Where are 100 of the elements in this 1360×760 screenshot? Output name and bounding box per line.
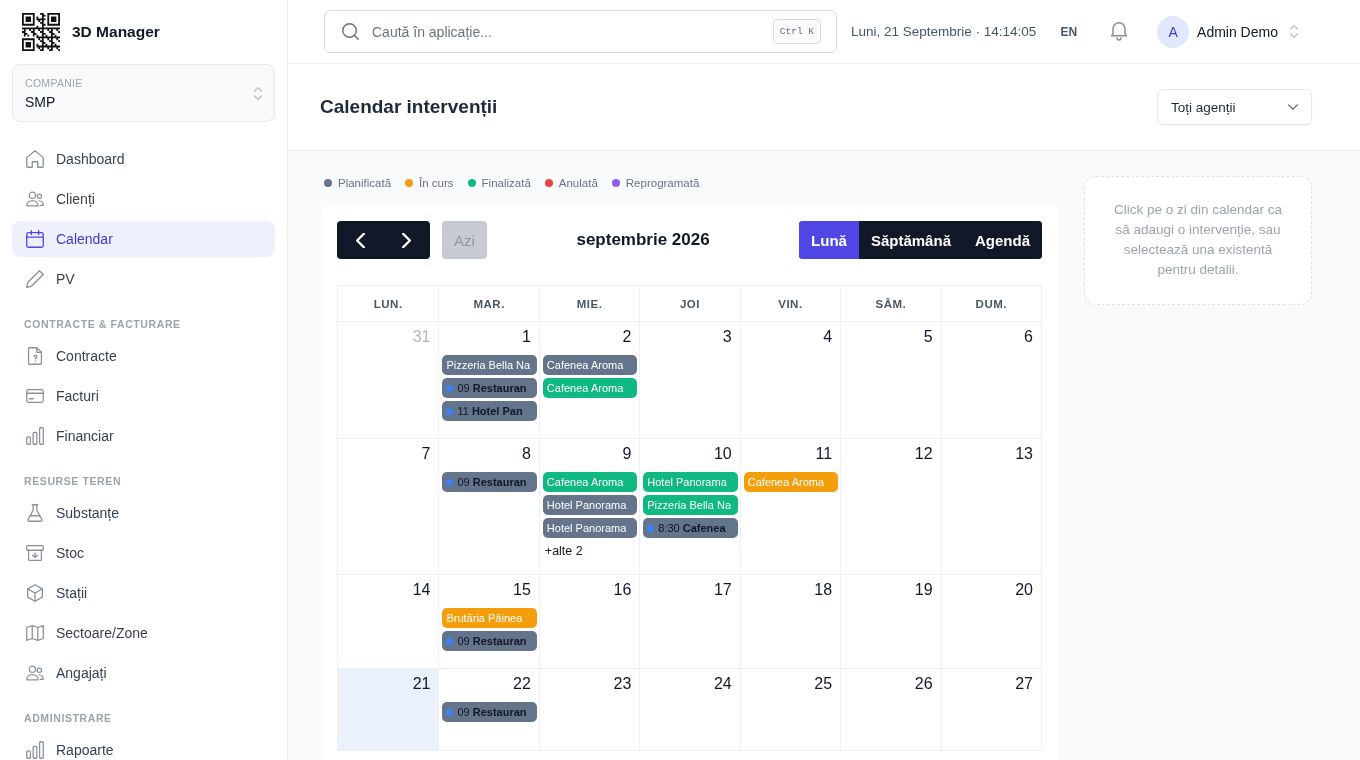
weekday-header: VIN. — [739, 286, 841, 321]
event-chip[interactable]: 09 Restauran — [442, 378, 537, 398]
weekday-header: MAR. — [438, 286, 539, 321]
day-cell[interactable]: 27 — [940, 669, 1041, 750]
day-cell[interactable]: 9 Cafenea Aroma Hotel Panorama Hotel Panorama +alte 2 — [538, 439, 640, 574]
day-cell[interactable]: 8 09 Restauran — [438, 439, 539, 574]
date-time: Luni, 21 Septembrie · 14:14:05 — [851, 24, 1037, 39]
flask-icon — [26, 504, 44, 522]
calendar-icon — [26, 230, 44, 248]
day-number: 6 — [1023, 327, 1034, 347]
nav-item[interactable]: Facturi — [12, 378, 275, 414]
nav-item[interactable]: Stații — [12, 575, 275, 611]
event-chip[interactable]: Hotel Panorama — [542, 495, 638, 515]
user-name[interactable]: Admin Demo — [1197, 23, 1278, 40]
day-cell[interactable]: 25 — [739, 669, 841, 750]
bell-icon[interactable] — [1111, 22, 1128, 41]
hint-text: Click pe o zi din calendar ca să adaugi o intervenție, sau selectează una existentă pentru detalii. — [1112, 201, 1284, 279]
event-chip[interactable]: 8:30 Cafenea — [643, 518, 738, 538]
nav-item[interactable]: Calendar — [12, 221, 275, 257]
event-chip[interactable]: 09 Restauran — [442, 631, 537, 651]
legend-label: Reprogramată — [625, 177, 700, 189]
day-cell[interactable]: 15 Brutăria Pâinea 09 Restauran — [438, 575, 539, 668]
day-cell[interactable]: 13 — [940, 439, 1041, 574]
day-number: 3 — [721, 327, 733, 347]
dot-icon — [446, 384, 454, 392]
nav-item[interactable]: Substanțe — [12, 495, 275, 531]
event-chip[interactable]: Cafenea Aroma — [542, 355, 638, 375]
day-cell[interactable]: 26 — [840, 669, 941, 750]
day-number: 18 — [813, 580, 834, 600]
view-tab[interactable]: Lună — [799, 221, 859, 259]
day-number: 27 — [1014, 674, 1034, 694]
day-cell[interactable]: 17 — [639, 575, 740, 668]
day-number: 4 — [822, 327, 834, 347]
event-chip[interactable]: Pizzeria Bella Na — [442, 355, 537, 375]
users-icon — [26, 664, 44, 682]
day-cell[interactable]: 20 — [940, 575, 1041, 668]
nav-item[interactable]: Financiar — [12, 418, 275, 454]
day-cell[interactable]: 2 Cafenea Aroma Cafenea Aroma — [538, 322, 640, 438]
day-cell[interactable]: 24 — [639, 669, 740, 750]
user-avatar[interactable]: A — [1157, 15, 1190, 48]
day-number: 26 — [913, 674, 934, 694]
event-chip[interactable]: 09 Restauran — [442, 472, 537, 492]
pencil-icon — [26, 270, 44, 288]
day-number: 9 — [621, 444, 633, 464]
agent-select[interactable]: Toți agenții — [1157, 89, 1312, 125]
dot-icon — [446, 407, 454, 415]
chevron-left-icon — [355, 232, 365, 248]
day-cell[interactable]: 12 — [840, 439, 941, 574]
event-chip[interactable]: Hotel Panorama — [542, 518, 638, 538]
company-select[interactable]: COMPANIE SMP — [12, 64, 275, 122]
day-cell[interactable]: 18 — [739, 575, 841, 668]
day-number: 8 — [520, 444, 532, 464]
day-cell[interactable]: 7 — [338, 439, 439, 574]
day-cell[interactable]: 14 — [338, 575, 439, 668]
day-number: 31 — [411, 327, 432, 347]
day-number: 11 — [814, 444, 834, 464]
day-cell[interactable]: 6 — [940, 322, 1041, 438]
nav-item[interactable]: Contracte — [12, 338, 275, 374]
search-icon — [342, 23, 359, 40]
day-number: 13 — [1014, 444, 1034, 464]
nav-item[interactable]: Stoc — [12, 535, 275, 571]
day-cell[interactable]: 11 Cafenea Aroma — [739, 439, 841, 574]
language-button[interactable]: EN — [1058, 22, 1080, 41]
section-heading: RESURSE TEREN — [23, 474, 123, 488]
day-cell[interactable]: 16 — [538, 575, 640, 668]
day-cell[interactable]: 19 — [840, 575, 941, 668]
dot-icon — [446, 708, 454, 716]
chevron-updown-icon[interactable] — [254, 86, 262, 100]
nav-item[interactable]: PV — [12, 261, 275, 297]
legend-label: Anulată — [558, 177, 598, 189]
chevron-updown-icon[interactable] — [1289, 25, 1298, 38]
day-cell[interactable]: 5 — [840, 322, 941, 438]
day-cell[interactable]: 21 — [338, 669, 439, 750]
legend-label: Planificată — [338, 177, 392, 189]
day-number: 16 — [612, 580, 633, 600]
nav-item[interactable]: Clienți — [12, 181, 275, 217]
day-cell[interactable]: 4 — [739, 322, 841, 438]
document-icon — [26, 347, 44, 365]
archive-icon — [26, 544, 44, 562]
day-cell[interactable]: 22 09 Restauran — [438, 669, 539, 750]
day-number: 14 — [411, 580, 432, 600]
nav-item[interactable]: Dashboard — [12, 141, 275, 177]
weekday-header: LUN. — [372, 296, 404, 312]
more-link[interactable]: +alte 2 — [544, 542, 583, 560]
event-chip[interactable]: 09 Restauran — [442, 702, 537, 722]
nav-item[interactable]: Angajați — [12, 655, 275, 691]
house-icon — [26, 150, 44, 168]
day-cell[interactable]: 1 Pizzeria Bella Na 09 Restauran 11 Hotel Pan — [438, 322, 539, 438]
nav-item[interactable]: Rapoarte — [12, 732, 275, 760]
event-chip[interactable]: 11 Hotel Pan — [442, 401, 537, 421]
day-number: 22 — [512, 674, 532, 694]
nav-item[interactable]: Sectoare/Zone — [12, 615, 275, 651]
day-cell[interactable]: 3 — [639, 322, 740, 438]
weekday-header: SÂM. — [840, 286, 941, 321]
day-cell[interactable]: 23 — [538, 669, 640, 750]
weekday-header: MIE. — [538, 286, 640, 321]
day-number: 10 — [712, 444, 733, 464]
day-number: 24 — [712, 674, 733, 694]
card-icon — [26, 387, 44, 405]
day-cell[interactable]: 10 Hotel Panorama Pizzeria Bella Na 8:30 Cafenea — [639, 439, 740, 574]
